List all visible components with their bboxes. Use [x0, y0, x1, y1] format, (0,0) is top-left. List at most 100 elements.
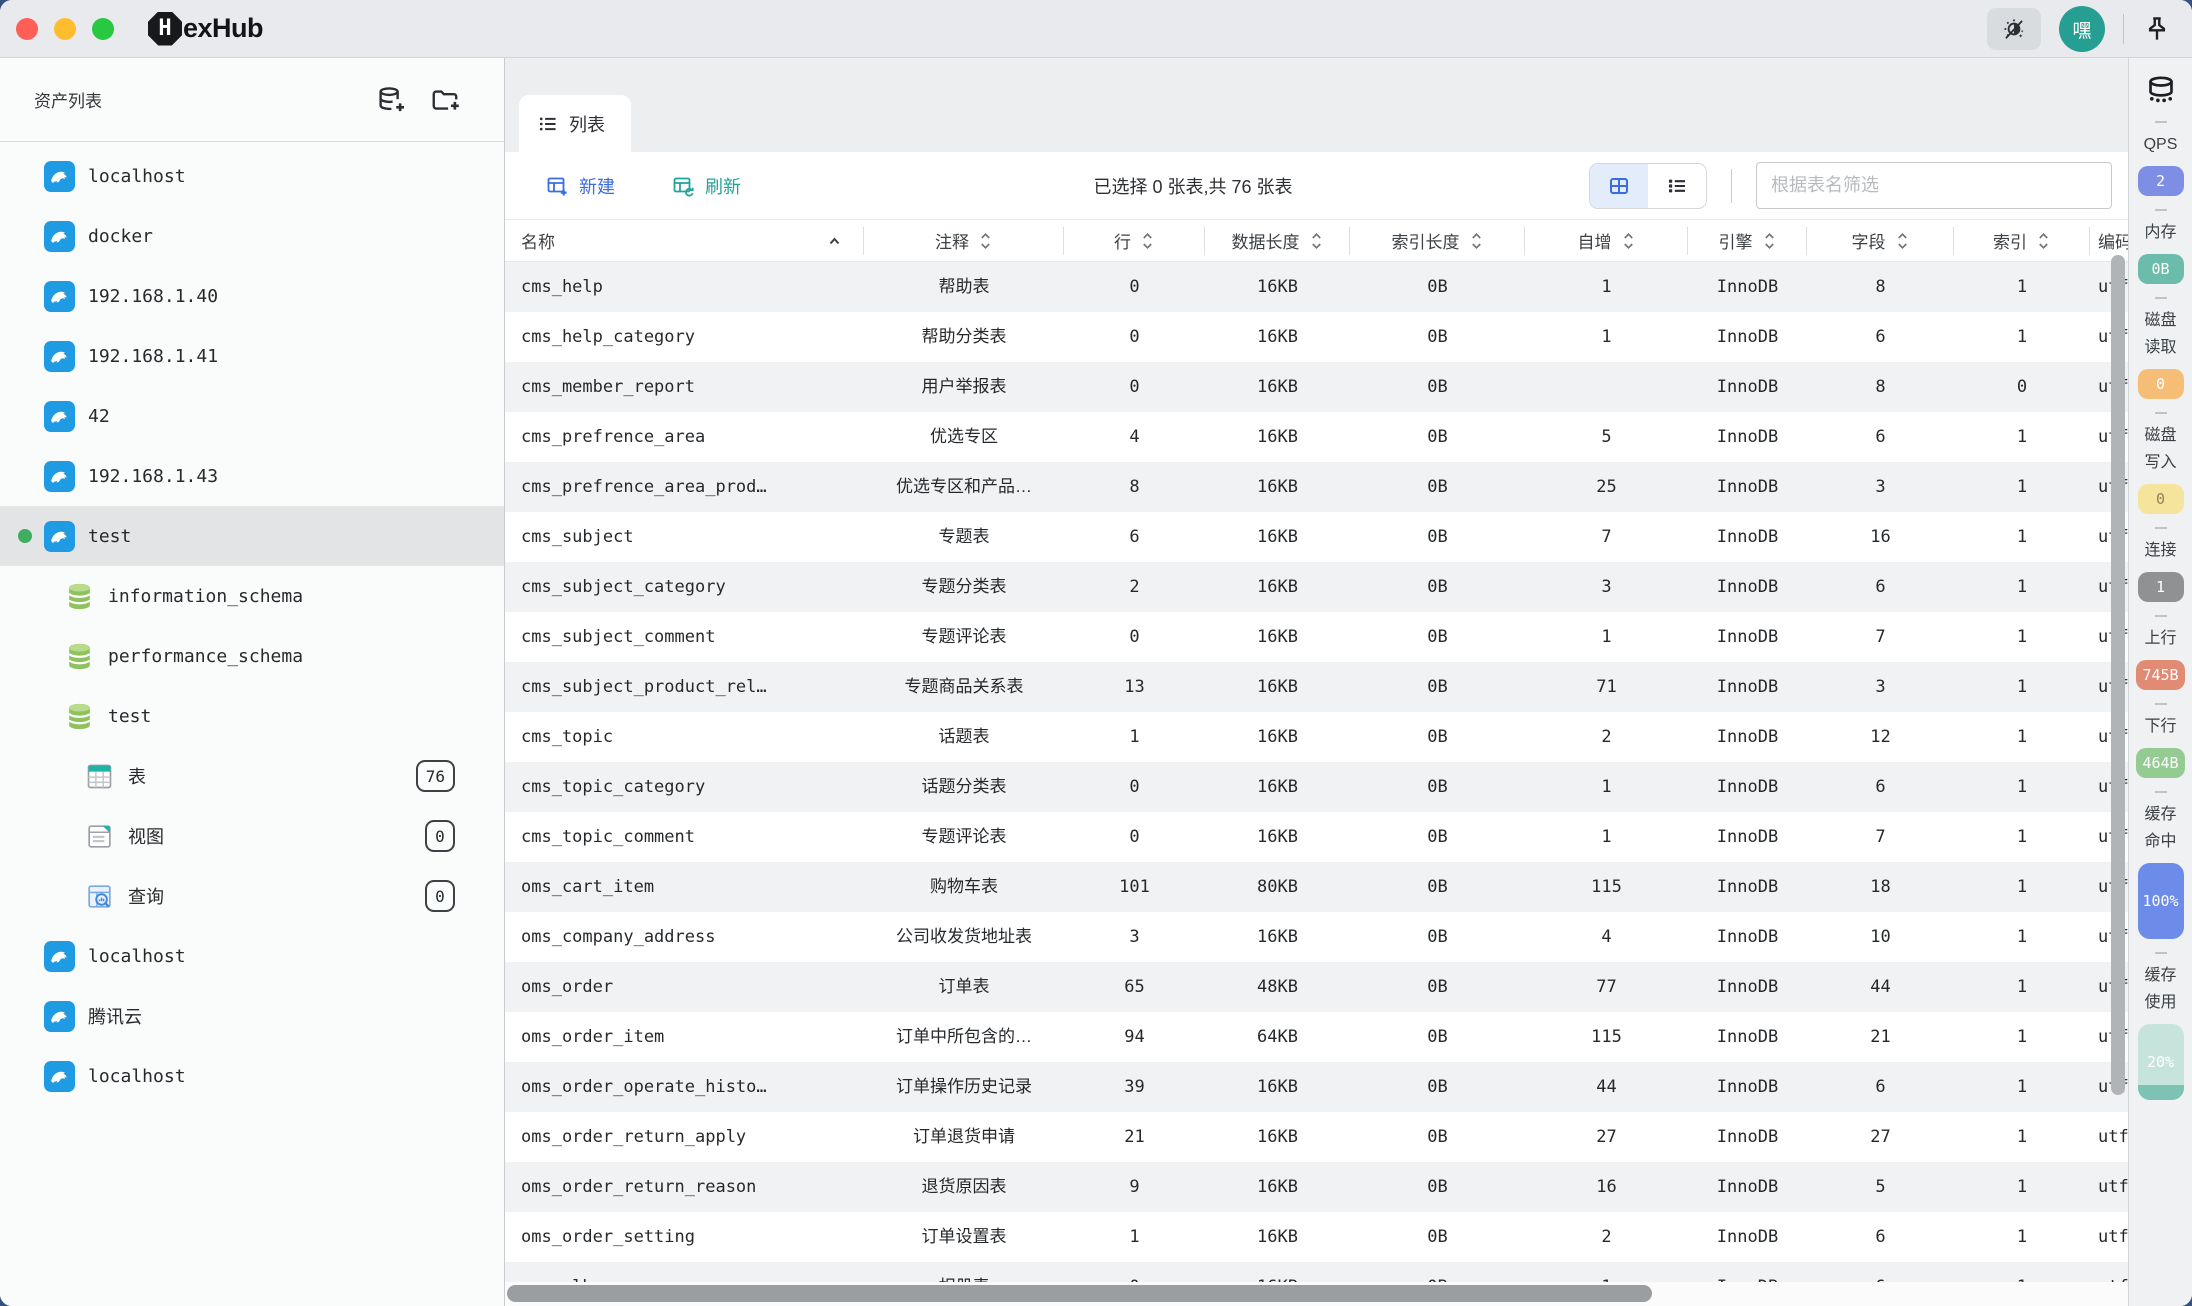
cell-rows: 4 [1064, 412, 1205, 462]
cell-fields: 16 [1807, 512, 1954, 562]
column-header-comment[interactable]: 注释 [864, 227, 1064, 255]
column-header-rows[interactable]: 行 [1064, 227, 1205, 255]
cell-fields: 6 [1807, 412, 1954, 462]
cell-engine: InnoDB [1688, 662, 1807, 712]
table-filter-input[interactable] [1756, 162, 2112, 209]
cell-auto-increment: 1 [1525, 812, 1688, 862]
cell-collation: utf8 [2090, 1162, 2128, 1212]
table-row[interactable]: oms_order 订单表 65 48KB 0B 77 InnoDB 44 1 … [505, 962, 2128, 1012]
sidebar-item[interactable]: information_schema [0, 566, 504, 626]
table-row[interactable]: cms_subject_product_rel… 专题商品关系表 13 16KB… [505, 662, 2128, 712]
cell-fields: 44 [1807, 962, 1954, 1012]
cell-indexes: 1 [1954, 762, 2090, 812]
column-header-indexes[interactable]: 索引 [1954, 227, 2090, 255]
sidebar-item[interactable]: docker [0, 206, 504, 266]
cell-indexes: 1 [1954, 1062, 2090, 1112]
cell-rows: 9 [1064, 1162, 1205, 1212]
table-row[interactable]: cms_topic_comment 专题评论表 0 16KB 0B 1 Inno… [505, 812, 2128, 862]
cell-index-length: 0B [1350, 312, 1525, 362]
column-header-index-length[interactable]: 索引长度 [1350, 227, 1525, 255]
cell-fields: 6 [1807, 1262, 1954, 1282]
cell-data-length: 16KB [1205, 1212, 1350, 1262]
table-row[interactable]: cms_topic_category 话题分类表 0 16KB 0B 1 Inn… [505, 762, 2128, 812]
cell-name: cms_prefrence_area_prod… [505, 462, 864, 512]
sidebar-item[interactable]: localhost [0, 1046, 504, 1106]
sidebar-item[interactable]: test [0, 686, 504, 746]
horizontal-scrollbar-track[interactable] [505, 1282, 2128, 1306]
sidebar-item[interactable]: 表 76 [0, 746, 504, 806]
sidebar-item[interactable]: 192.168.1.40 [0, 266, 504, 326]
cell-rows: 65 [1064, 962, 1205, 1012]
table-row[interactable]: oms_company_address 公司收发货地址表 3 16KB 0B 4… [505, 912, 2128, 962]
column-header-auto-increment[interactable]: 自增 [1525, 227, 1688, 255]
tab-list[interactable]: 列表 [519, 95, 631, 152]
cell-data-length: 16KB [1205, 562, 1350, 612]
close-button[interactable] [16, 18, 38, 40]
cell-index-length: 0B [1350, 762, 1525, 812]
table-row[interactable]: cms_member_report 用户举报表 0 16KB 0B InnoDB… [505, 362, 2128, 412]
theme-toggle-button[interactable] [1987, 8, 2041, 50]
query-icon [84, 881, 115, 912]
sidebar-item[interactable]: 查询 0 [0, 866, 504, 926]
table-row[interactable]: cms_help 帮助表 0 16KB 0B 1 InnoDB 8 1 utf8 [505, 262, 2128, 312]
cell-engine: InnoDB [1688, 1112, 1807, 1162]
table-row[interactable]: cms_subject 专题表 6 16KB 0B 7 InnoDB 16 1 … [505, 512, 2128, 562]
grid-view-button[interactable] [1590, 164, 1648, 208]
cell-fields: 8 [1807, 262, 1954, 312]
table-row[interactable]: oms_order_operate_histo… 订单操作历史记录 39 16K… [505, 1062, 2128, 1112]
sidebar-item[interactable]: 腾讯云 [0, 986, 504, 1046]
new-table-button[interactable]: 新建 [545, 173, 615, 199]
sidebar-item[interactable]: test [0, 506, 504, 566]
table-row[interactable]: cms_topic 话题表 1 16KB 0B 2 InnoDB 12 1 ut… [505, 712, 2128, 762]
table-row[interactable]: cms_prefrence_area 优选专区 4 16KB 0B 5 Inno… [505, 412, 2128, 462]
sidebar-item[interactable]: 视图 0 [0, 806, 504, 866]
table-row[interactable]: oms_order_setting 订单设置表 1 16KB 0B 2 Inno… [505, 1212, 2128, 1262]
stat-value: 0 [2156, 375, 2165, 393]
column-header-name[interactable]: 名称 [505, 227, 864, 255]
sidebar-item[interactable]: 192.168.1.41 [0, 326, 504, 386]
add-database-icon[interactable] [376, 85, 406, 115]
column-header-data-length[interactable]: 数据长度 [1205, 227, 1350, 255]
column-header-engine[interactable]: 引擎 [1688, 227, 1807, 255]
pin-icon[interactable] [2142, 14, 2172, 44]
cell-fields: 21 [1807, 1012, 1954, 1062]
connection-tree: localhost [0, 142, 504, 1306]
table-row[interactable]: oms_order_return_reason 退货原因表 9 16KB 0B … [505, 1162, 2128, 1212]
cell-indexes: 1 [1954, 1162, 2090, 1212]
cell-collation: utf8 [2090, 1212, 2128, 1262]
cell-comment: 订单表 [864, 962, 1064, 1012]
table-row[interactable]: cms_subject_category 专题分类表 2 16KB 0B 3 I… [505, 562, 2128, 612]
cell-name: oms_order [505, 962, 864, 1012]
cell-name: oms_company_address [505, 912, 864, 962]
table-row[interactable]: oms_order_item 订单中所包含的… 94 64KB 0B 115 I… [505, 1012, 2128, 1062]
sidebar-item[interactable]: 42 [0, 386, 504, 446]
minimize-button[interactable] [54, 18, 76, 40]
column-header-collation[interactable]: 编码 [2090, 227, 2128, 255]
avatar[interactable]: 嘿 [2059, 6, 2105, 52]
add-folder-icon[interactable] [430, 85, 460, 115]
table-panel: 新建 刷新 已选择 0 张表,共 76 张表 [505, 152, 2128, 1282]
cell-name: oms_order_return_reason [505, 1162, 864, 1212]
table-row[interactable]: oms_order_return_apply 订单退货申请 21 16KB 0B… [505, 1112, 2128, 1162]
vertical-scrollbar[interactable] [2111, 255, 2125, 1095]
table-row[interactable]: cms_prefrence_area_prod… 优选专区和产品… 8 16KB… [505, 462, 2128, 512]
column-header-fields[interactable]: 字段 [1807, 227, 1954, 255]
cell-data-length: 80KB [1205, 862, 1350, 912]
list-view-button[interactable] [1648, 164, 1706, 208]
table-row[interactable]: cms_help_category 帮助分类表 0 16KB 0B 1 Inno… [505, 312, 2128, 362]
table-row[interactable]: oms_album 相册表 0 16KB 0B 1 InnoDB 6 1 utf… [505, 1262, 2128, 1282]
horizontal-scrollbar-thumb[interactable] [507, 1285, 1652, 1302]
zoom-button[interactable] [92, 18, 114, 40]
sidebar-item[interactable]: performance_schema [0, 626, 504, 686]
sidebar-item[interactable]: localhost [0, 146, 504, 206]
sidebar-item[interactable]: localhost [0, 926, 504, 986]
refresh-icon [671, 174, 695, 198]
refresh-button[interactable]: 刷新 [671, 173, 741, 199]
sidebar-item[interactable]: 192.168.1.43 [0, 446, 504, 506]
table-row[interactable]: oms_cart_item 购物车表 101 80KB 0B 115 InnoD… [505, 862, 2128, 912]
stat-item: 连接 1 [2138, 527, 2184, 602]
table-row[interactable]: cms_subject_comment 专题评论表 0 16KB 0B 1 In… [505, 612, 2128, 662]
database-outline-icon[interactable] [2144, 74, 2178, 108]
sidebar-item-label: information_schema [108, 586, 303, 607]
cell-rows: 1 [1064, 1212, 1205, 1262]
